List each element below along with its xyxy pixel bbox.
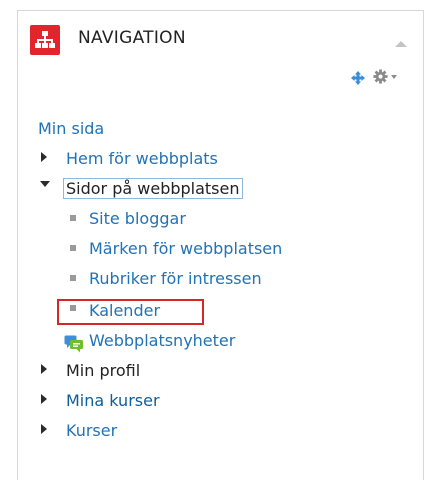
bullet-icon [70,275,76,281]
tree-item-label[interactable]: Sidor på webbplatsen [63,178,243,199]
tree-item-label[interactable]: Webbplatsnyheter [89,329,235,353]
tree-item-label[interactable]: Min profil [66,359,140,383]
chevron-down-icon [391,75,397,79]
bullet-icon [70,215,76,221]
navigation-block: NAVIGATION Min sida Hem för webbplats Si… [17,10,424,480]
collapse-icon[interactable] [395,41,407,47]
tree-item-label[interactable]: Mina kurser [66,389,160,413]
tree-item-label[interactable]: Kurser [66,419,117,443]
tree-item-label[interactable]: Hem för webbplats [66,147,218,171]
block-actions-menu[interactable] [373,68,403,86]
expand-arrow-icon[interactable] [41,152,47,162]
gear-icon [373,69,388,84]
block-header: NAVIGATION [18,11,423,61]
tree-root-my-page[interactable]: Min sida [38,117,104,141]
tree-item-label[interactable]: Rubriker för intressen [89,267,262,291]
expand-arrow-icon[interactable] [41,394,47,404]
bullet-icon [70,245,76,251]
tree-item-label[interactable]: Märken för webbplatsen [89,237,282,261]
navigation-sitemap-icon [30,25,60,55]
collapse-arrow-icon[interactable] [40,181,50,187]
tree-item-label[interactable]: Site bloggar [89,207,186,231]
block-title: NAVIGATION [78,28,186,48]
expand-arrow-icon[interactable] [41,424,47,434]
forum-icon [64,335,84,357]
expand-arrow-icon[interactable] [41,364,47,374]
move-icon[interactable] [351,70,365,85]
highlight-box [57,299,204,325]
